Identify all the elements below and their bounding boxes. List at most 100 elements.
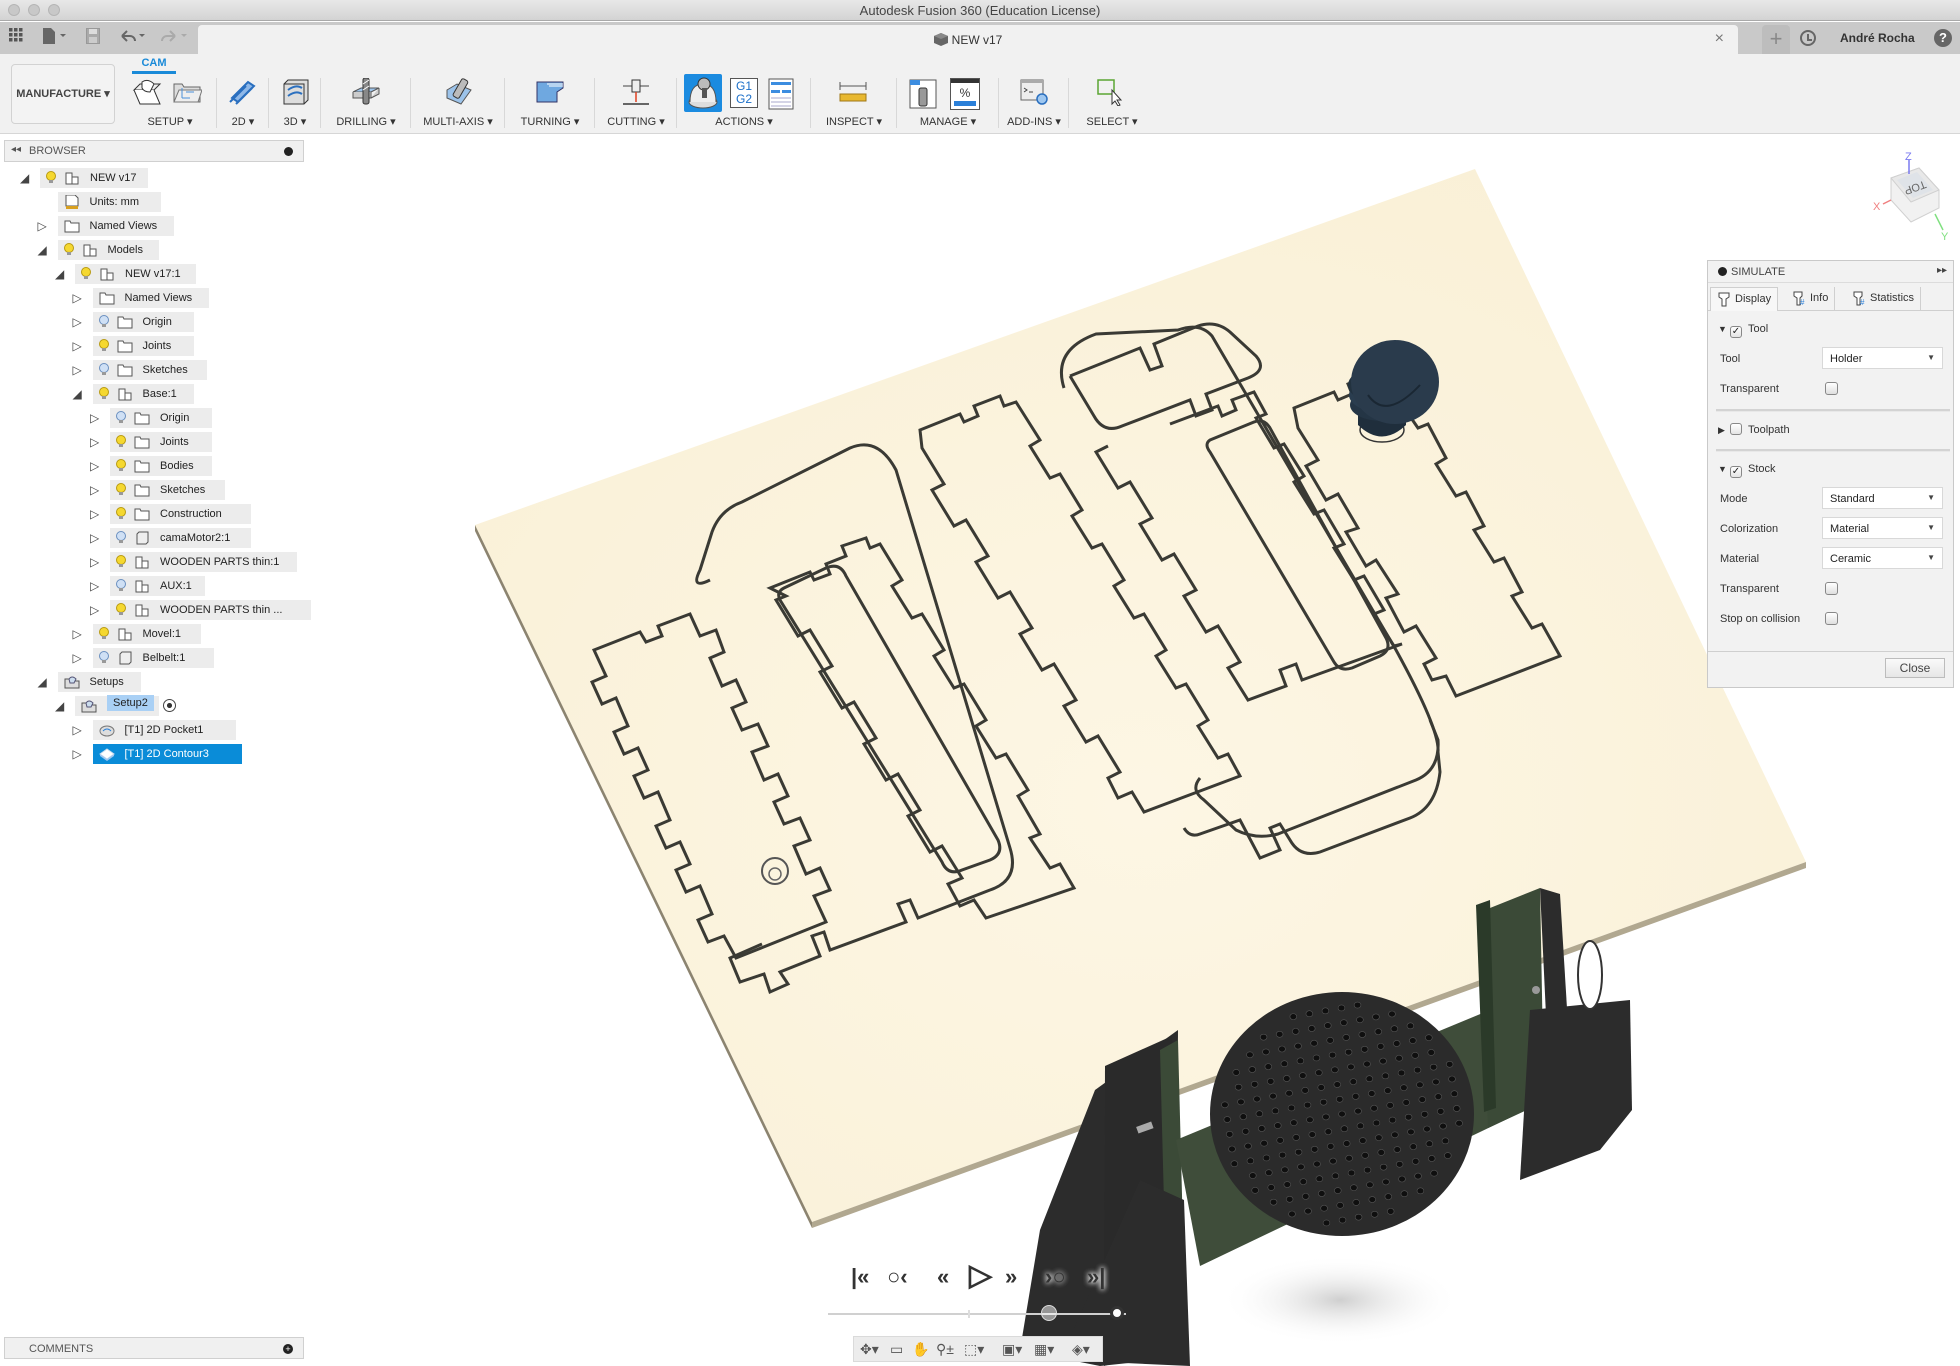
- browser-node-body[interactable]: Setup2: [75, 695, 159, 716]
- drilling-group[interactable]: DRILLING ▾: [326, 74, 406, 130]
- add-ins-group[interactable]: ADD-INS ▾: [1004, 74, 1064, 130]
- browser-node-body[interactable]: Bodies: [110, 456, 212, 476]
- job-status-clock-icon[interactable]: [1800, 30, 1816, 46]
- expand-node-icon[interactable]: ▷: [73, 627, 82, 641]
- post-process-g1g2-button[interactable]: G1 G2: [730, 78, 758, 108]
- tab-statistics[interactable]: # Statistics: [1846, 287, 1922, 311]
- visibility-bulb-icon[interactable]: [116, 579, 126, 592]
- orbit-icon[interactable]: ✥▾: [860, 1341, 879, 1358]
- browser-node-body[interactable]: Base:1: [92, 384, 195, 404]
- browser-minimize-icon[interactable]: [284, 147, 293, 156]
- expand-panel-icon[interactable]: ▸▸: [1937, 265, 1947, 276]
- expand-node-icon[interactable]: ▷: [73, 363, 82, 377]
- workspace-switcher[interactable]: MANUFACTURE ▾: [11, 64, 115, 124]
- actions-group[interactable]: G1 G2 ACTIONS ▾: [682, 74, 806, 130]
- visibility-bulb-icon[interactable]: [116, 459, 126, 472]
- browser-header[interactable]: ◂◂ BROWSER: [4, 140, 304, 162]
- visibility-bulb-icon[interactable]: [98, 651, 109, 664]
- go-to-start-icon[interactable]: |«: [851, 1264, 869, 1290]
- expand-node-icon[interactable]: ▷: [90, 555, 99, 569]
- visibility-bulb-icon[interactable]: [63, 243, 74, 256]
- inspect-group[interactable]: INSPECT ▾: [816, 74, 892, 130]
- viewports-icon[interactable]: ◈▾: [1072, 1341, 1090, 1358]
- visibility-bulb-icon[interactable]: [116, 435, 126, 448]
- pan-hand-icon[interactable]: ✋: [912, 1341, 929, 1358]
- activate-setup-radio[interactable]: [162, 699, 176, 712]
- colorization-select[interactable]: Material ▼: [1822, 517, 1943, 539]
- expand-node-icon[interactable]: ▷: [90, 603, 99, 617]
- browser-node-body[interactable]: NEW v17: [40, 168, 149, 188]
- add-comment-icon[interactable]: +: [283, 1344, 293, 1354]
- tab-display[interactable]: Display: [1710, 287, 1779, 311]
- visibility-bulb-icon[interactable]: [98, 387, 109, 400]
- browser-node-body[interactable]: Joints: [110, 432, 212, 452]
- multi-axis-group[interactable]: MULTI-AXIS ▾: [416, 74, 500, 130]
- turning-group[interactable]: TURNING ▾: [510, 74, 590, 130]
- stock-transparent-checkbox[interactable]: [1825, 582, 1838, 595]
- expand-node-icon[interactable]: ▷: [73, 315, 82, 329]
- browser-node-body[interactable]: [T1] 2D Contour3: [92, 744, 243, 764]
- toolpath-section-checkbox[interactable]: [1730, 423, 1742, 435]
- browser-node-body[interactable]: Origin: [110, 408, 212, 428]
- manage-group[interactable]: % MANAGE ▾: [902, 74, 994, 130]
- browser-node-body[interactable]: Movel:1: [92, 624, 201, 644]
- zoom-icon[interactable]: ⚲±: [936, 1341, 954, 1358]
- expand-node-icon[interactable]: ▷: [90, 435, 99, 449]
- collapse-browser-icon[interactable]: ◂◂: [11, 144, 21, 155]
- visibility-bulb-icon[interactable]: [116, 483, 126, 496]
- expand-node-icon[interactable]: ▷: [73, 339, 82, 353]
- tab-cam[interactable]: CAM: [132, 57, 176, 74]
- browser-node-body[interactable]: Models: [57, 240, 160, 260]
- app-grid-icon[interactable]: [9, 28, 23, 47]
- collapse-node-icon[interactable]: ◢: [55, 699, 64, 713]
- expand-node-icon[interactable]: ▷: [73, 291, 82, 305]
- select-group[interactable]: SELECT ▾: [1074, 74, 1150, 130]
- comments-panel[interactable]: COMMENTS +: [4, 1337, 304, 1359]
- expand-node-icon[interactable]: ▷: [90, 531, 99, 545]
- fit-window-icon[interactable]: ⬚▾: [964, 1341, 984, 1358]
- browser-node-body[interactable]: WOODEN PARTS thin:1: [110, 552, 298, 572]
- task-manager-button[interactable]: %: [950, 78, 980, 110]
- stock-section-checkbox[interactable]: ✓: [1730, 466, 1742, 478]
- simulation-timeline[interactable]: [828, 1305, 1126, 1321]
- expand-node-icon[interactable]: ▷: [73, 723, 82, 737]
- view-cube[interactable]: TOP Z X Y: [1845, 150, 1955, 250]
- collapse-node-icon[interactable]: ◢: [73, 387, 82, 401]
- tool-select[interactable]: Holder ▼: [1822, 347, 1943, 369]
- visibility-bulb-icon[interactable]: [98, 627, 109, 640]
- tool-section-header[interactable]: ▼ ✓ Tool: [1718, 323, 1768, 338]
- user-account-name[interactable]: André Rocha: [1840, 31, 1915, 45]
- save-icon[interactable]: [86, 28, 100, 49]
- go-to-end-icon[interactable]: »|: [1087, 1264, 1105, 1290]
- visibility-bulb-icon[interactable]: [116, 531, 126, 544]
- tool-section-checkbox[interactable]: ✓: [1730, 326, 1742, 338]
- visibility-bulb-icon[interactable]: [46, 171, 56, 184]
- close-tab-icon[interactable]: ×: [1715, 30, 1724, 48]
- browser-node-body[interactable]: Belbelt:1: [92, 648, 214, 668]
- 2d-group[interactable]: 2D ▾: [222, 74, 264, 130]
- collapse-node-icon[interactable]: ◢: [20, 171, 29, 185]
- visibility-bulb-icon[interactable]: [98, 363, 109, 376]
- previous-operation-icon[interactable]: ○‹: [887, 1264, 908, 1290]
- browser-node-body[interactable]: NEW v17:1: [75, 264, 197, 284]
- collapse-node-icon[interactable]: ◢: [38, 243, 47, 257]
- expand-node-icon[interactable]: ▷: [90, 579, 99, 593]
- tool-transparent-checkbox[interactable]: [1825, 382, 1838, 395]
- browser-node-body[interactable]: Named Views: [57, 216, 175, 236]
- browser-node-body[interactable]: Sketches: [110, 480, 225, 500]
- browser-node-body[interactable]: Named Views: [92, 288, 210, 308]
- mode-select[interactable]: Standard ▼: [1822, 487, 1943, 509]
- expand-node-icon[interactable]: ▷: [73, 747, 82, 761]
- visibility-bulb-icon[interactable]: [116, 507, 126, 520]
- help-icon[interactable]: ?: [1934, 29, 1952, 47]
- toolpath-section-header[interactable]: ▶ Toolpath: [1718, 423, 1790, 436]
- 3d-group[interactable]: 3D ▾: [274, 74, 316, 130]
- play-icon[interactable]: ▷: [969, 1258, 992, 1293]
- step-forward-icon[interactable]: »: [1005, 1264, 1017, 1290]
- redo-icon[interactable]: [160, 28, 190, 49]
- browser-node-body[interactable]: AUX:1: [110, 576, 205, 596]
- browser-node-body[interactable]: [T1] 2D Pocket1: [92, 720, 236, 740]
- cutting-group[interactable]: CUTTING ▾: [600, 74, 672, 130]
- visibility-bulb-icon[interactable]: [116, 603, 126, 616]
- look-at-icon[interactable]: ▭: [890, 1341, 903, 1358]
